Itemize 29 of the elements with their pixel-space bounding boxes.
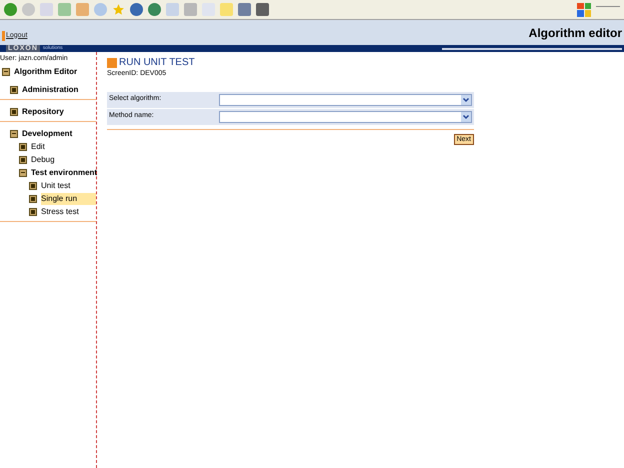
tree-item[interactable]: Debug [31, 154, 96, 166]
star-icon[interactable] [112, 3, 125, 16]
chevron-down-icon [461, 94, 471, 104]
page-title: RUN UNIT TEST [119, 58, 195, 68]
collapse-icon[interactable] [2, 68, 10, 76]
expand-icon[interactable] [19, 142, 27, 150]
expand-icon[interactable] [10, 86, 18, 94]
tree-item[interactable]: Stress test [41, 206, 96, 218]
tree-item[interactable]: Single run [41, 192, 96, 204]
expand-icon[interactable] [29, 194, 37, 202]
tree-item[interactable]: Algorithm Editor [14, 66, 96, 78]
title-square-icon [107, 58, 117, 68]
tree-item[interactable]: Repository [22, 106, 96, 118]
tree-item[interactable]: Administration [22, 84, 96, 96]
tree-item[interactable]: Unit test [41, 180, 96, 192]
dropdown-field[interactable] [219, 94, 472, 106]
collapse-icon[interactable] [10, 130, 18, 138]
chevron-down-icon [461, 112, 471, 122]
expand-icon[interactable] [10, 108, 18, 116]
collapse-icon[interactable] [19, 168, 27, 176]
dropdown-field[interactable] [219, 110, 472, 122]
windows-logo-icon [577, 2, 591, 16]
app-title: Algorithm editor [528, 25, 622, 42]
expand-icon[interactable] [29, 208, 37, 216]
expand-icon[interactable] [19, 156, 27, 164]
tree-item[interactable]: Test environment [31, 166, 100, 178]
tree-item[interactable]: Edit [31, 140, 96, 152]
tree-item[interactable]: Development [22, 128, 96, 140]
expand-icon[interactable] [29, 182, 37, 190]
